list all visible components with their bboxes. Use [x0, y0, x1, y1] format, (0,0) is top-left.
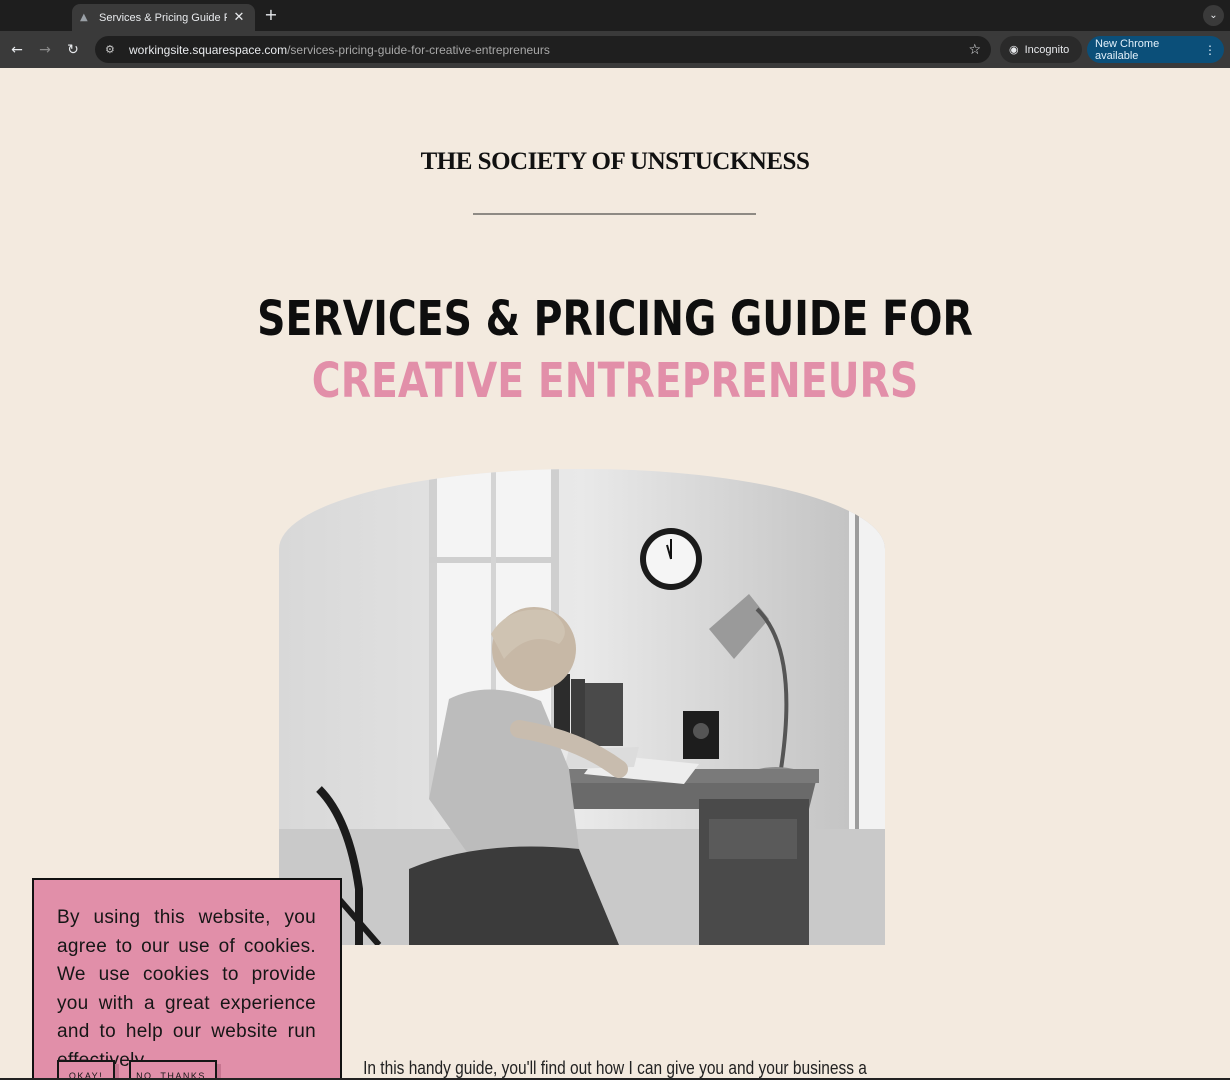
tab-search-chevron-icon[interactable]: ⌄	[1203, 5, 1224, 26]
cookie-decline-button[interactable]: NO, THANKS.	[129, 1060, 217, 1080]
hero-title-line1: SERVICES & PRICING GUIDE FOR	[257, 291, 973, 347]
kebab-menu-icon[interactable]: ⋮	[1204, 43, 1216, 57]
url-path: /services-pricing-guide-for-creative-ent…	[287, 42, 550, 57]
cookie-banner-text: By using this website, you agree to our …	[57, 907, 316, 1071]
back-arrow-icon[interactable]: ←	[7, 40, 27, 60]
incognito-badge[interactable]: ◉ Incognito	[1000, 36, 1082, 63]
woman-at-desk-image	[279, 469, 885, 945]
new-chrome-available-button[interactable]: New Chrome available ⋮	[1087, 36, 1224, 63]
tab-close-icon[interactable]: ✕	[231, 10, 247, 25]
url-host: workingsite.squarespace.com	[129, 42, 288, 57]
incognito-icon: ◉	[1009, 43, 1019, 56]
browser-tab[interactable]: ▲ Services & Pricing Guide For C ✕	[72, 4, 255, 31]
url-text[interactable]: workingsite.squarespace.com/services-pri…	[129, 43, 550, 57]
cookie-banner-actions: OKAY! NO, THANKS.	[57, 1060, 217, 1080]
title-divider	[473, 213, 756, 215]
browser-tab-bar: ▲ Services & Pricing Guide For C ✕ + ⌄	[0, 0, 1230, 31]
new-tab-icon[interactable]: +	[262, 5, 280, 24]
page-content: THE SOCIETY OF UNSTUCKNESS SERVICES & PR…	[0, 68, 1230, 1080]
cookie-accept-button[interactable]: OKAY!	[57, 1060, 115, 1080]
forward-arrow-icon[interactable]: →	[35, 40, 55, 60]
browser-toolbar: ← → ↻ ⚙ workingsite.squarespace.com/serv…	[0, 31, 1230, 68]
update-label: New Chrome available	[1095, 37, 1160, 62]
reload-icon[interactable]: ↻	[63, 40, 83, 60]
site-info-icon[interactable]: ⚙	[105, 43, 121, 56]
site-title[interactable]: THE SOCIETY OF UNSTUCKNESS	[0, 148, 1230, 176]
tab-favicon-icon: ▲	[80, 11, 88, 23]
incognito-label: Incognito	[1024, 43, 1070, 56]
bookmark-star-icon[interactable]: ☆	[968, 42, 981, 58]
hero-title: SERVICES & PRICING GUIDE FOR CREATIVE EN…	[0, 288, 1230, 412]
cookie-banner: By using this website, you agree to our …	[32, 878, 342, 1080]
hero-title-line2: CREATIVE ENTREPRENEURS	[311, 353, 919, 409]
address-bar[interactable]: ⚙ workingsite.squarespace.com/services-p…	[95, 36, 991, 63]
tab-title: Services & Pricing Guide For C	[99, 11, 227, 24]
hero-photo	[279, 469, 885, 945]
